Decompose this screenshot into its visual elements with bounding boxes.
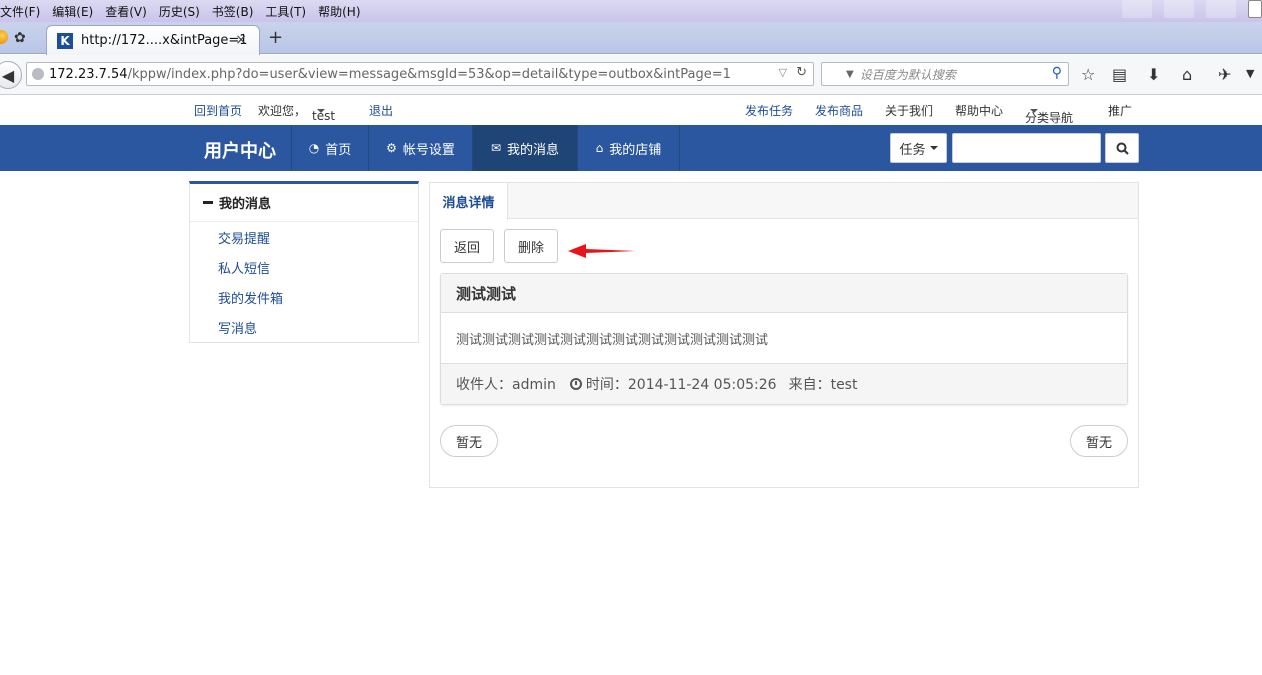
firefox-icon[interactable] xyxy=(0,30,8,44)
nav-my-messages[interactable]: ✉ 我的消息 xyxy=(472,125,577,171)
cogs-icon: ⚙ xyxy=(386,141,397,155)
nav-account-settings-label: 帐号设置 xyxy=(402,142,455,158)
back-button[interactable]: 返回 xyxy=(440,229,494,263)
menu-edit[interactable]: 编辑(E) xyxy=(52,3,93,20)
search-type-dropdown[interactable]: 任务 xyxy=(890,133,947,163)
home-icon: ⌂ xyxy=(595,141,604,155)
next-message-button[interactable]: 暂无 xyxy=(1070,425,1128,457)
browser-navbar: ◀ 172.23.7.54/kppw/index.php?do=user&vie… xyxy=(0,55,1262,95)
close-tab-icon[interactable]: × xyxy=(235,32,247,48)
bookmark-star-icon[interactable]: ☆ xyxy=(1081,65,1095,84)
message-time: 时间：2014-11-24 05:05:26 xyxy=(585,377,777,393)
close-window-button[interactable] xyxy=(1206,0,1236,18)
home-icon[interactable]: ⌂ xyxy=(1182,65,1192,84)
restore-icon xyxy=(1248,0,1262,18)
dashboard-icon: ◔ xyxy=(308,141,320,155)
caret-down-icon xyxy=(929,146,938,150)
nav-home-label: 首页 xyxy=(325,142,352,158)
browser-menubar: 文件(F) 编辑(E) 查看(V) 历史(S) 书签(B) 工具(T) 帮助(H… xyxy=(0,0,1262,22)
welcome-text: 欢迎您， xyxy=(258,104,307,118)
reload-icon[interactable]: ↻ xyxy=(796,65,807,80)
site-search-button[interactable] xyxy=(1105,133,1139,163)
help-center-link[interactable]: 帮助中心 xyxy=(955,102,1003,119)
promote-link[interactable]: 推广 xyxy=(1108,102,1132,119)
nav-home[interactable]: ◔ 首页 xyxy=(291,125,368,171)
download-icon[interactable]: ⬇ xyxy=(1147,65,1160,84)
message-card: 测试测试 测试测试测试测试测试测试测试测试测试测试测试测试 收件人：admin … xyxy=(440,273,1128,405)
back-button[interactable]: ◀ xyxy=(0,61,22,89)
maximize-button[interactable] xyxy=(1164,0,1194,18)
caret-down-icon xyxy=(1030,109,1038,113)
logout-link[interactable]: 退出 xyxy=(369,102,393,119)
sidebar-header[interactable]: 我的消息 xyxy=(190,184,418,222)
palette-icon[interactable]: ✿ xyxy=(14,30,26,46)
search-type-label: 任务 xyxy=(899,142,926,158)
extension-icon[interactable]: ✈ xyxy=(1218,65,1231,84)
back-arrow-icon: ◀ xyxy=(1,65,15,85)
panel-tabs: 消息详情 xyxy=(430,183,1138,220)
site-search-input[interactable] xyxy=(952,133,1101,163)
message-recipient: 收件人：admin xyxy=(456,377,556,393)
message-from: 来自：test xyxy=(788,377,858,393)
globe-icon xyxy=(32,68,44,80)
delete-button[interactable]: 删除 xyxy=(504,229,558,263)
nav-account-settings[interactable]: ⚙ 帐号设置 xyxy=(368,125,472,171)
browser-search-bar[interactable]: ▼ 设百度为默认搜索 ⚲ xyxy=(821,62,1069,86)
about-link[interactable]: 关于我们 xyxy=(885,102,933,119)
nav-my-messages-label: 我的消息 xyxy=(507,142,560,158)
menu-tools[interactable]: 工具(T) xyxy=(265,3,306,20)
nav-my-shop[interactable]: ⌂ 我的店铺 xyxy=(577,125,680,171)
tab-message-detail[interactable]: 消息详情 xyxy=(430,183,508,220)
user-center-header: 用户中心 ◔ 首页 ⚙ 帐号设置 ✉ 我的消息 ⌂ 我的店铺 任务 xyxy=(0,125,1262,171)
menu-bookmarks[interactable]: 书签(B) xyxy=(212,3,254,20)
url-path: /kppw/index.php?do=user&view=message&msg… xyxy=(127,66,731,82)
sidebar-item-write-message[interactable]: 写消息 xyxy=(190,312,418,342)
browser-tab[interactable]: K http://172....x&intPage=1 × xyxy=(46,25,260,55)
annotation-arrow-icon xyxy=(568,244,636,258)
clock-icon xyxy=(569,378,582,390)
minimize-button[interactable] xyxy=(1122,0,1152,18)
message-title: 测试测试 xyxy=(441,274,1127,313)
window-controls xyxy=(1110,0,1262,22)
publish-goods-link[interactable]: 发布商品 xyxy=(815,102,863,119)
message-meta: 收件人：admin 时间：2014-11-24 05:05:26 来自：test xyxy=(441,364,1127,404)
previous-message-button[interactable]: 暂无 xyxy=(440,425,498,457)
new-tab-button[interactable]: + xyxy=(268,27,283,48)
nav-my-shop-label: 我的店铺 xyxy=(609,142,662,158)
home-link[interactable]: 回到首页 xyxy=(194,102,242,119)
caret-down-icon xyxy=(317,109,325,113)
sidebar-item-outbox[interactable]: 我的发件箱 xyxy=(190,282,418,312)
menu-help[interactable]: 帮助(H) xyxy=(318,3,360,20)
tab-title: http://172....x&intPage=1 xyxy=(81,33,248,48)
url-host: 172.23.7.54 xyxy=(49,66,128,82)
brand-title[interactable]: 用户中心 xyxy=(204,137,276,163)
tab-strip: ✿ K http://172....x&intPage=1 × + xyxy=(0,22,1262,55)
minus-icon xyxy=(203,201,213,204)
message-sidebar: 我的消息 交易提醒 私人短信 我的发件箱 写消息 xyxy=(189,181,419,343)
url-text: 172.23.7.54/kppw/index.php?do=user&view=… xyxy=(49,67,731,82)
menu-view[interactable]: 查看(V) xyxy=(105,3,147,20)
search-engine-dropdown-icon[interactable]: ▼ xyxy=(846,69,854,80)
sidebar-item-private-messages[interactable]: 私人短信 xyxy=(190,252,418,282)
site-top-bar: 回到首页 欢迎您， test 退出 发布任务 发布商品 关于我们 帮助中心 分类… xyxy=(0,95,1262,125)
publish-task-link[interactable]: 发布任务 xyxy=(745,102,793,119)
menu-file[interactable]: 文件(F) xyxy=(0,3,40,20)
search-icon[interactable]: ⚲ xyxy=(1052,65,1062,81)
search-icon xyxy=(1116,142,1129,155)
bookmarks-list-icon[interactable]: ▤ xyxy=(1112,65,1127,84)
sidebar-title: 我的消息 xyxy=(219,197,272,212)
site-favicon-icon: K xyxy=(57,32,73,49)
search-placeholder: 设百度为默认搜索 xyxy=(859,67,956,82)
url-dropdown-icon[interactable]: ▽ xyxy=(779,66,787,79)
address-bar[interactable]: 172.23.7.54/kppw/index.php?do=user&view=… xyxy=(26,62,814,86)
menu-history[interactable]: 历史(S) xyxy=(159,3,200,20)
menu-dropdown-icon[interactable]: ▼ xyxy=(1246,67,1254,80)
envelope-icon: ✉ xyxy=(490,141,502,155)
message-detail-panel: 消息详情 返回 删除 测试测试 测试测试测试测试测试测试测试测试测试测试测试测试… xyxy=(429,182,1139,488)
message-body: 测试测试测试测试测试测试测试测试测试测试测试测试 xyxy=(441,313,1127,364)
sidebar-item-trade-reminders[interactable]: 交易提醒 xyxy=(190,222,418,252)
